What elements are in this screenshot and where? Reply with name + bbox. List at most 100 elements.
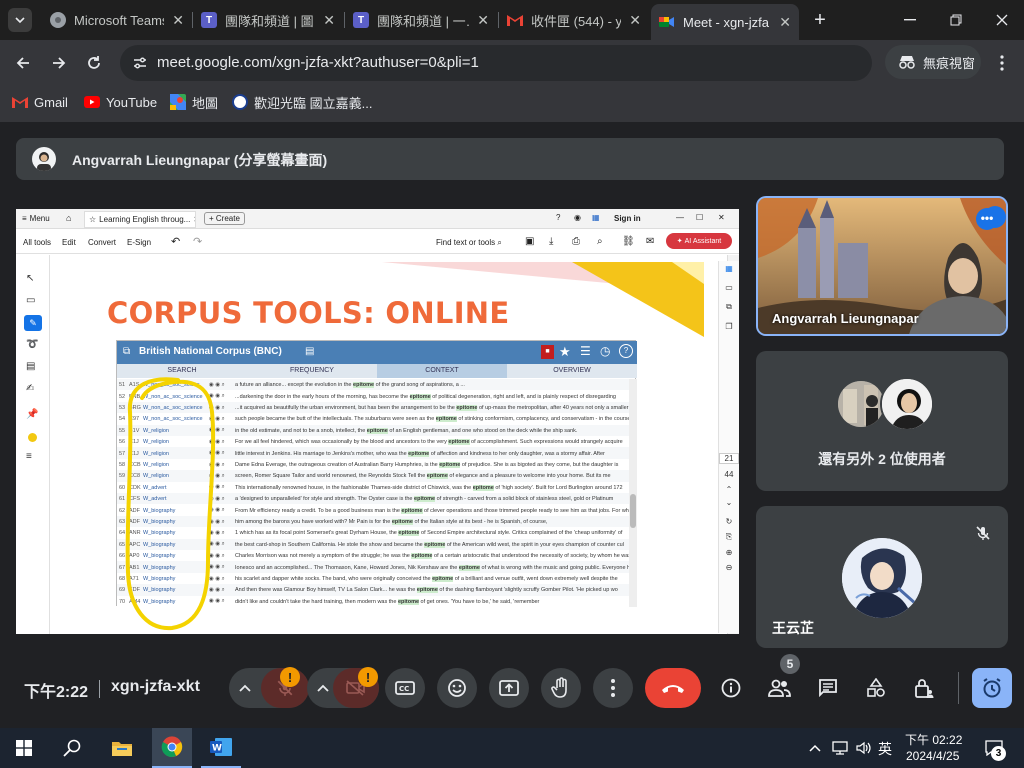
viewer-close[interactable]: ✕ xyxy=(718,213,725,222)
comment-tool-icon[interactable]: ▭ xyxy=(26,295,35,306)
participant-tile-wang[interactable]: 王云芷 xyxy=(756,506,1008,648)
camera-options-button[interactable] xyxy=(313,678,333,698)
history-icon[interactable]: ◷ xyxy=(600,344,610,358)
print-icon[interactable]: ⎙ xyxy=(572,236,580,247)
forward-button[interactable] xyxy=(46,50,72,76)
rotate-icon[interactable]: ↻ xyxy=(719,517,739,526)
fill-tool-icon[interactable]: ✍ xyxy=(26,383,34,394)
copy-icon[interactable]: ❐ xyxy=(719,322,739,331)
bnc-tab-overview[interactable]: OVERVIEW xyxy=(507,364,637,378)
participants-button[interactable] xyxy=(764,674,794,702)
tab-teams-channels-1[interactable]: T 團隊和頻道 | 圖… ✕ xyxy=(193,6,343,34)
text-tool-icon[interactable]: ▤ xyxy=(26,361,35,372)
minimize-button[interactable] xyxy=(898,10,922,30)
browser-menu-button[interactable] xyxy=(990,50,1014,76)
list-icon[interactable]: ☰ xyxy=(580,344,591,358)
taskbar-word[interactable]: W xyxy=(201,728,241,768)
chat-button[interactable] xyxy=(814,674,842,702)
taskbar-file-explorer[interactable] xyxy=(104,728,140,768)
tab-microsoft-teams[interactable]: Microsoft Teams ✕ xyxy=(42,6,192,34)
more-tools-icon[interactable]: ≡ xyxy=(26,451,32,462)
tab-teams-channels-2[interactable]: T 團隊和頻道 | 一… ✕ xyxy=(345,6,497,34)
menu-esign[interactable]: E-Sign xyxy=(127,238,151,247)
bookmark-icon[interactable]: ⧉ xyxy=(719,302,739,312)
search-button[interactable] xyxy=(54,728,90,768)
host-controls-button[interactable] xyxy=(910,674,938,702)
bookmark-ncyu[interactable]: 歡迎光臨 國立嘉義... xyxy=(232,92,372,112)
page-up-icon[interactable]: ⌃ xyxy=(719,485,739,494)
close-icon[interactable]: ✕ xyxy=(779,14,791,31)
highlight-tool-icon[interactable]: ✎ xyxy=(24,315,42,331)
undo-icon[interactable]: ↶ xyxy=(171,235,180,248)
reactions-button[interactable] xyxy=(437,668,477,708)
info-icon[interactable]: ? xyxy=(619,344,633,358)
start-button[interactable] xyxy=(6,728,42,768)
activities-button[interactable] xyxy=(862,674,890,702)
viewer-maximize[interactable]: ☐ xyxy=(696,213,703,222)
show-hidden-icons-button[interactable] xyxy=(806,738,824,758)
more-options-button[interactable] xyxy=(593,668,633,708)
viewer-minimize[interactable]: — xyxy=(676,213,684,222)
captions-button[interactable]: CC xyxy=(385,668,425,708)
site-settings-icon[interactable] xyxy=(128,51,152,75)
page-number[interactable]: 21 xyxy=(719,453,739,464)
help-icon[interactable]: ? xyxy=(556,213,560,222)
pdf-icon[interactable]: ■ xyxy=(541,345,554,359)
reload-button[interactable] xyxy=(81,50,107,76)
external-link-icon[interactable]: ⧉ xyxy=(123,346,130,357)
pin-icon[interactable]: 📌 xyxy=(26,409,38,420)
bookmark-gmail[interactable]: Gmail xyxy=(12,92,68,112)
bell-icon[interactable]: ◉ xyxy=(574,213,581,222)
network-icon[interactable] xyxy=(830,738,850,758)
zoom-out-icon[interactable]: ⊖ xyxy=(719,563,739,572)
color-swatch[interactable] xyxy=(28,433,37,442)
restore-button[interactable] xyxy=(944,10,968,30)
mail-icon[interactable]: ✉ xyxy=(646,236,654,247)
tab-search-button[interactable] xyxy=(8,8,32,32)
close-icon[interactable]: ✕ xyxy=(477,12,489,29)
page-down-icon[interactable]: ⌄ xyxy=(719,498,739,507)
leave-call-button[interactable] xyxy=(645,668,701,708)
back-button[interactable] xyxy=(10,50,36,76)
save-icon[interactable]: ▣ xyxy=(525,236,534,247)
clock-date[interactable]: 2024/4/25 xyxy=(906,749,959,763)
incognito-chip[interactable]: 無痕視窗 xyxy=(885,45,981,79)
select-tool-icon[interactable]: ↖ xyxy=(26,273,34,284)
input-method-indicator[interactable]: 英 xyxy=(878,739,892,759)
menu-convert[interactable]: Convert xyxy=(88,238,116,247)
close-icon[interactable]: ✕ xyxy=(629,12,641,29)
close-icon[interactable]: ✕ xyxy=(193,215,195,224)
search-doc-icon[interactable]: ⌕ xyxy=(597,236,603,247)
page-thumbs-icon[interactable]: ▦ xyxy=(719,264,739,273)
tab-meet[interactable]: Meet - xgn-jzfa ✕ xyxy=(651,4,799,40)
home-icon[interactable]: ⌂ xyxy=(66,213,71,223)
close-icon[interactable]: ✕ xyxy=(323,12,335,29)
tab-gmail-inbox[interactable]: 收件匣 (544) - y ✕ xyxy=(499,6,649,34)
sign-in-link[interactable]: Sign in xyxy=(614,214,641,223)
present-button[interactable] xyxy=(489,668,529,708)
taskbar-chrome[interactable] xyxy=(152,728,192,768)
apps-icon[interactable]: ▦ xyxy=(592,213,600,222)
document-icon[interactable]: ▤ xyxy=(305,346,314,357)
more-options-icon[interactable]: ••• xyxy=(976,208,998,230)
address-bar[interactable]: meet.google.com/xgn-jzfa-xkt?authuser=0&… xyxy=(120,45,872,81)
favorite-star-icon[interactable]: ★ xyxy=(559,344,571,360)
bookmark-youtube[interactable]: YouTube xyxy=(84,92,157,112)
link-icon[interactable]: ⛓ xyxy=(622,236,635,247)
menu-all-tools[interactable]: All tools xyxy=(23,238,51,247)
bnc-tab-frequency[interactable]: FREQUENCY xyxy=(247,364,377,378)
bnc-tab-context[interactable]: CONTEXT xyxy=(377,364,507,378)
menu-edit[interactable]: Edit xyxy=(62,238,76,247)
timer-button[interactable] xyxy=(972,668,1012,708)
ai-assistant-button[interactable]: ✦ AI Assistant xyxy=(666,233,732,249)
draw-tool-icon[interactable]: ➰ xyxy=(26,339,38,350)
bnc-scrollbar[interactable] xyxy=(629,379,637,607)
meeting-info-button[interactable] xyxy=(717,674,745,702)
viewer-doc-tab[interactable]: ☆Learning English throug...✕ xyxy=(84,211,196,228)
download-icon[interactable]: ⤓ xyxy=(549,236,553,247)
zoom-in-icon[interactable]: ⊕ xyxy=(719,548,739,557)
create-button[interactable]: + Create xyxy=(204,212,245,225)
new-tab-button[interactable]: + xyxy=(808,8,832,32)
viewer-menu[interactable]: ≡ Menu xyxy=(22,214,50,223)
close-window-button[interactable] xyxy=(990,10,1014,30)
